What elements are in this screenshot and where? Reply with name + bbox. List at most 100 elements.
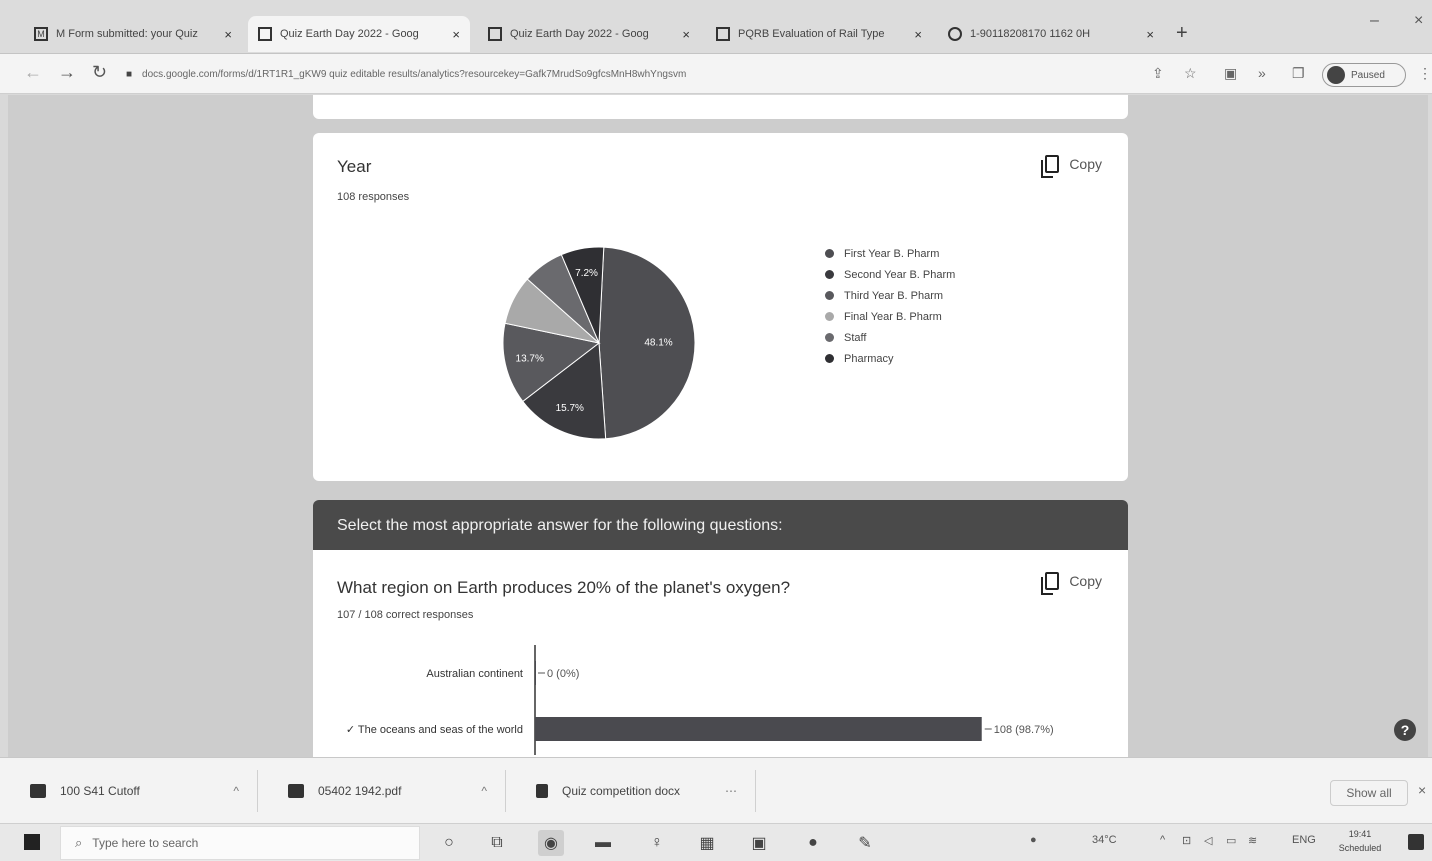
close-icon[interactable]: ×: [682, 27, 690, 42]
legend-label: Third Year B. Pharm: [844, 289, 944, 302]
more-dots-icon[interactable]: ⋯: [725, 784, 737, 798]
tray-chevron-icon[interactable]: ^: [1160, 834, 1165, 846]
pie-slice-label: 7.2%: [575, 268, 598, 279]
legend-swatch: [825, 249, 834, 258]
back-arrow-icon[interactable]: ←: [24, 62, 42, 83]
tab-gmail[interactable]: M M Form submitted: your Quiz ×: [24, 16, 242, 52]
legend-swatch: [825, 291, 834, 300]
profile-button[interactable]: Paused: [1322, 63, 1406, 87]
system-clock[interactable]: 19:41 Scheduled: [1330, 827, 1390, 855]
download-item[interactable]: 100 S41 Cutoff ^: [0, 770, 258, 812]
cortana-icon[interactable]: ○: [436, 830, 462, 856]
search-icon: ⌕: [75, 835, 83, 850]
legend-item: Second Year B. Pharm: [825, 264, 955, 285]
close-icon[interactable]: ×: [1146, 27, 1154, 42]
tab-link[interactable]: 1-90118208170 1162 0H ×: [938, 16, 1164, 52]
wifi-icon[interactable]: ≋: [1248, 834, 1257, 847]
close-icon[interactable]: ×: [1418, 782, 1426, 798]
chrome-icon[interactable]: ◉: [538, 830, 564, 856]
year-summary-card: Year 108 responses Copy 48.1% 15.7% 13.7% 7…: [313, 133, 1128, 481]
globe-icon: [948, 27, 962, 41]
volume-icon[interactable]: ◁: [1204, 834, 1212, 847]
legend-item: Staff: [825, 327, 955, 348]
share-icon[interactable]: ⇪: [1152, 65, 1164, 82]
legend-swatch: [825, 333, 834, 342]
forward-arrow-icon[interactable]: →: [58, 62, 76, 83]
forms-icon: [488, 27, 502, 41]
minimize-icon[interactable]: –: [1370, 12, 1379, 30]
question-title: Year: [337, 157, 372, 176]
answer-bar-chart: Australian continent 0 (0%) ✓ The oceans a…: [346, 645, 1054, 755]
menu-dots-icon[interactable]: ⋮: [1418, 65, 1432, 82]
close-icon[interactable]: ×: [914, 27, 922, 42]
question-title: What region on Earth produces 20% of the…: [337, 578, 791, 597]
legend-label: Staff: [844, 331, 867, 344]
sheets-icon: [716, 27, 730, 41]
legend-item: First Year B. Pharm: [825, 243, 955, 264]
language-indicator[interactable]: ENG: [1292, 834, 1316, 846]
tab-quiz-active[interactable]: Quiz Earth Day 2022 - Goog ×: [248, 16, 470, 52]
response-count: 108 responses: [337, 191, 410, 203]
download-item[interactable]: Quiz competition docx ⋯: [506, 770, 756, 812]
network-icon[interactable]: ⊡: [1182, 834, 1191, 847]
side-panel-icon[interactable]: ❐: [1292, 65, 1305, 82]
address-text: docs.google.com/forms/d/1RT1R1_gKW9 quiz…: [142, 68, 687, 80]
tray-app-icon[interactable]: ●: [1030, 834, 1037, 846]
weather-temp[interactable]: 34°C: [1092, 834, 1117, 846]
lock-icon: ■: [126, 68, 133, 80]
new-tab-button[interactable]: +: [1176, 22, 1188, 45]
pie-slice-label: 13.7%: [516, 354, 544, 365]
help-icon[interactable]: ?: [1394, 719, 1416, 741]
extension-icon[interactable]: ▣: [1224, 65, 1237, 82]
chevron-up-icon[interactable]: ^: [481, 784, 487, 798]
close-icon[interactable]: ×: [224, 27, 232, 42]
downloads-bar: 100 S41 Cutoff ^ 05402 1942.pdf ^ Quiz c…: [0, 757, 1432, 823]
app-icon[interactable]: ●: [800, 830, 826, 856]
word-file-icon: [536, 784, 548, 798]
bar-category-label: Australian continent: [426, 668, 523, 680]
bar: [535, 717, 982, 741]
notification-icon[interactable]: [1408, 834, 1424, 850]
bookmark-star-icon[interactable]: ☆: [1184, 65, 1197, 82]
extensions-puzzle-icon[interactable]: »: [1258, 65, 1266, 81]
pie-slice-label: 48.1%: [644, 337, 672, 348]
bar-value-label: 108 (98.7%): [994, 724, 1054, 736]
close-icon[interactable]: ×: [452, 27, 460, 42]
reload-icon[interactable]: ↻: [92, 62, 107, 83]
legend-label: Final Year B. Pharm: [844, 310, 942, 323]
pdf-file-icon: [30, 784, 46, 798]
photos-icon[interactable]: ▣: [746, 830, 772, 856]
download-item[interactable]: 05402 1942.pdf ^: [258, 770, 506, 812]
legend-swatch: [825, 354, 834, 363]
task-view-icon[interactable]: ⧉: [484, 830, 510, 856]
close-window-icon[interactable]: ×: [1414, 12, 1423, 30]
oxygen-question-card: What region on Earth produces 20% of the…: [313, 550, 1128, 757]
legend-swatch: [825, 312, 834, 321]
taskbar-search-input[interactable]: ⌕ Type here to search: [60, 826, 420, 860]
copy-chart-button[interactable]: Copy: [1041, 572, 1102, 595]
file-explorer-icon[interactable]: ▬: [590, 830, 616, 856]
copy-chart-button[interactable]: Copy: [1041, 155, 1102, 178]
legend-label: Second Year B. Pharm: [844, 268, 956, 281]
bar: [535, 661, 536, 685]
bar-value-label: 0 (0%): [547, 668, 579, 680]
forms-icon: [258, 27, 272, 41]
address-bar[interactable]: ■ docs.google.com/forms/d/1RT1R1_gKW9 qu…: [126, 61, 1136, 87]
battery-icon[interactable]: ▭: [1226, 834, 1236, 847]
tab-quiz[interactable]: Quiz Earth Day 2022 - Goog ×: [478, 16, 700, 52]
chevron-up-icon[interactable]: ^: [233, 784, 239, 798]
copy-icon: [1041, 155, 1060, 178]
pen-icon[interactable]: ✎: [852, 830, 878, 856]
pie-slice-label: 15.7%: [556, 403, 584, 414]
avatar: [1327, 66, 1345, 84]
tab-pqrb[interactable]: PQRB Evaluation of Rail Type ×: [706, 16, 932, 52]
gmail-icon: M: [34, 27, 48, 41]
legend-item: Third Year B. Pharm: [825, 285, 955, 306]
show-all-button[interactable]: Show all: [1330, 780, 1408, 806]
pdf-file-icon: [288, 784, 304, 798]
browser-tab-strip: M M Form submitted: your Quiz × Quiz Ear…: [0, 0, 1432, 54]
calculator-icon[interactable]: ▦: [694, 830, 720, 856]
windows-start-icon[interactable]: [24, 834, 40, 850]
pie-legend: First Year B. Pharm Second Year B. Pharm T…: [825, 243, 955, 369]
lightbulb-icon[interactable]: ♀: [644, 830, 670, 856]
